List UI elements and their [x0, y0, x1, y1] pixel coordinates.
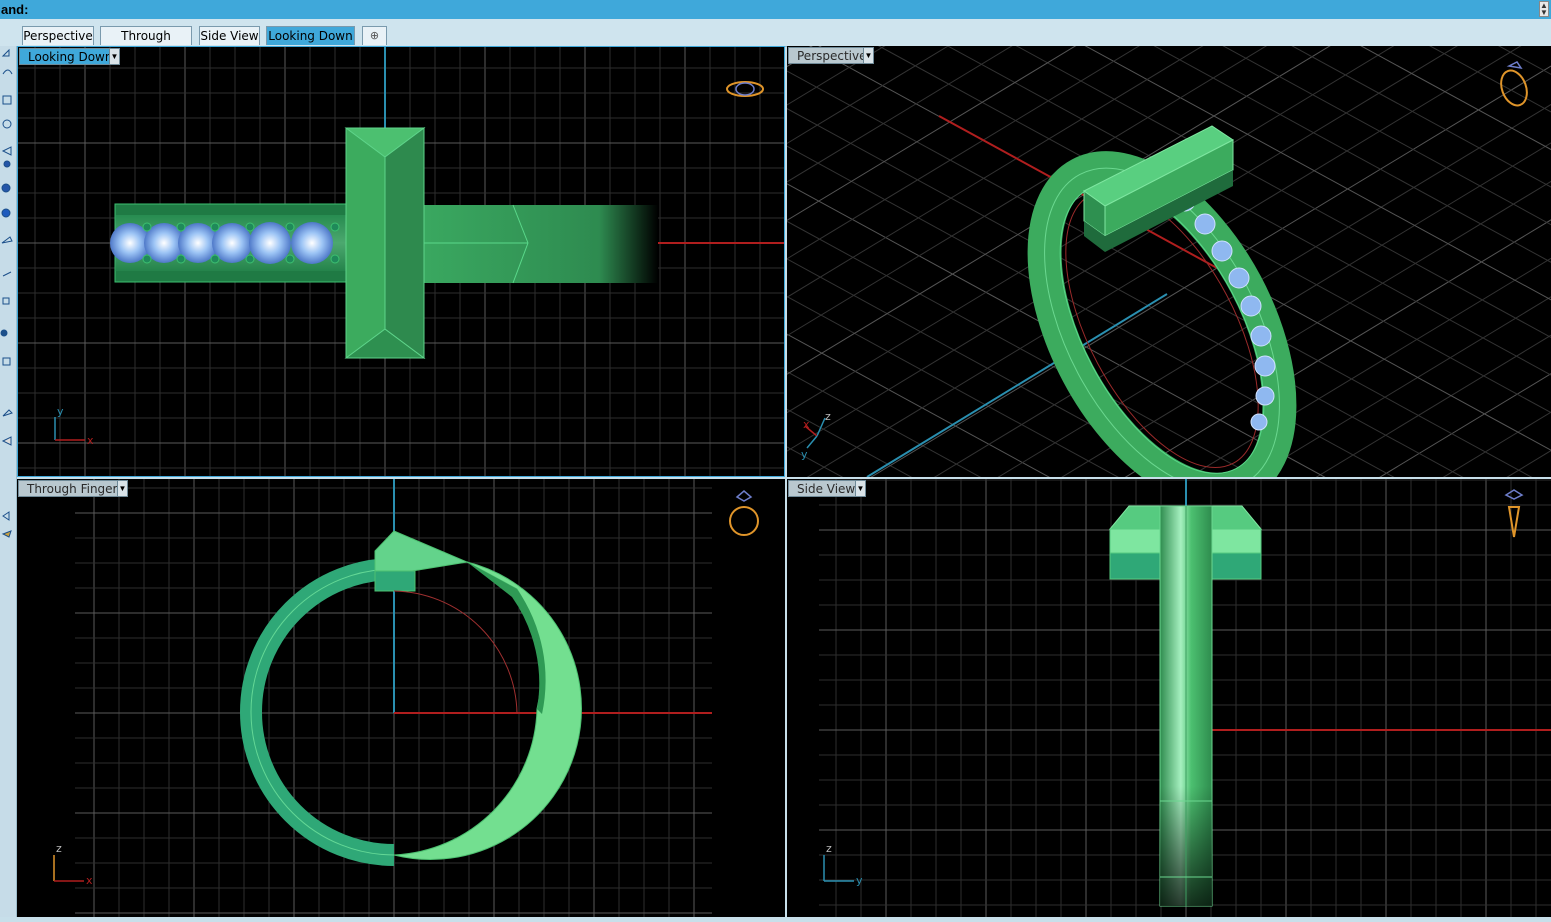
tool-solid-icon[interactable] — [1, 208, 11, 218]
grid-line — [787, 46, 1331, 375]
axis-label-y: y — [801, 448, 808, 461]
tool-circle-icon[interactable] — [2, 119, 12, 129]
tool-dimension-icon[interactable] — [1, 530, 12, 538]
perspective-grid — [787, 46, 1551, 477]
axis-label-x: x — [86, 874, 93, 887]
axis-label-z: z — [825, 410, 831, 423]
toolbar-icons — [0, 48, 13, 538]
viewport-side-view[interactable]: z y Side View ▼ — [787, 479, 1551, 917]
ring-model-top[interactable] — [110, 127, 658, 359]
grid-line — [946, 46, 1551, 376]
tool-transform-icon[interactable] — [2, 357, 11, 366]
ring-model-side-view[interactable] — [1108, 505, 1263, 907]
viewport-menu-dropdown[interactable]: ▼ — [109, 48, 120, 65]
perspective-canvas: z x y — [787, 46, 1551, 477]
axis-label-z: z — [56, 842, 62, 855]
viewport-looking-down[interactable]: y x Looking Down ▼ — [17, 46, 785, 477]
tool-arc-icon[interactable] — [2, 69, 13, 75]
tool-box-icon[interactable] — [2, 297, 10, 305]
grid-line — [787, 108, 1464, 477]
plus-icon: ⊕ — [369, 29, 380, 42]
command-prompt-text: and: — [1, 2, 29, 17]
viewport-menu-dropdown[interactable]: ▼ — [117, 480, 128, 497]
axis-label-y: y — [57, 405, 64, 418]
tool-surface-icon[interactable] — [1, 236, 13, 244]
axis-label-x: x — [803, 418, 810, 431]
axis-label-y: y — [856, 874, 863, 887]
tool-analyze-icon[interactable] — [1, 436, 12, 446]
grid-line — [997, 142, 1551, 477]
tool-edit-icon[interactable] — [2, 409, 13, 417]
looking-down-canvas: y x — [18, 47, 784, 476]
tab-through-finger[interactable]: Through Finger — [100, 26, 192, 61]
axis-triad: z y — [823, 842, 863, 887]
tool-line-icon[interactable] — [1, 48, 10, 57]
axis-triad: z x — [53, 842, 93, 887]
viewport-menu-dropdown[interactable]: ▼ — [863, 47, 874, 64]
tool-point-icon[interactable] — [3, 160, 11, 168]
tab-side-view[interactable]: Side View — [199, 26, 260, 45]
tool-render-icon[interactable] — [2, 511, 10, 521]
viewport-tab-strip: Perspective Through Finger Side View Loo… — [0, 19, 1551, 61]
side-view-canvas: z y — [819, 479, 1551, 917]
tool-curve-icon[interactable] — [2, 271, 12, 277]
view-gizmo-icon[interactable] — [726, 81, 764, 97]
view-gizmo-icon[interactable] — [729, 490, 759, 536]
tool-dot-icon[interactable] — [0, 329, 8, 337]
tool-polygon-icon[interactable] — [1, 146, 12, 156]
tool-rect-icon[interactable] — [2, 95, 12, 105]
tool-sphere-icon[interactable] — [1, 183, 11, 193]
grid-line — [877, 46, 1551, 414]
axis-label-x: x — [87, 434, 94, 447]
tab-perspective[interactable]: Perspective — [22, 26, 94, 45]
grid-line — [787, 145, 1395, 477]
axis-triad: z x y — [801, 410, 831, 461]
viewport-title-perspective[interactable]: Perspective — [788, 47, 873, 64]
axis-label-z: z — [826, 842, 832, 855]
command-scroll-arrows[interactable]: ▲ ▼ — [1539, 1, 1549, 17]
ring-model-side-profile[interactable] — [240, 530, 582, 866]
through-finger-canvas: z x — [53, 479, 759, 917]
add-tab-button[interactable]: ⊕ — [362, 26, 387, 45]
gem-row — [110, 222, 340, 264]
view-gizmo-icon[interactable] — [1497, 61, 1532, 109]
viewport-title-through-finger[interactable]: Through Finger — [18, 480, 124, 497]
tab-looking-down[interactable]: Looking Down — [266, 26, 355, 45]
grid-line — [1015, 46, 1551, 338]
left-toolbar — [0, 46, 17, 917]
axis-triad: y x — [54, 405, 94, 447]
viewport-perspective[interactable]: z x y Perspective ▼ — [787, 46, 1551, 477]
viewport-title-looking-down[interactable]: Looking Down — [19, 48, 119, 65]
command-prompt[interactable]: and: ▲ ▼ — [0, 0, 1551, 19]
viewport-title-side-view[interactable]: Side View — [788, 480, 862, 497]
viewport-through-finger[interactable]: z x Through Finger ▼ — [17, 479, 785, 917]
viewport-menu-dropdown[interactable]: ▼ — [855, 480, 866, 497]
